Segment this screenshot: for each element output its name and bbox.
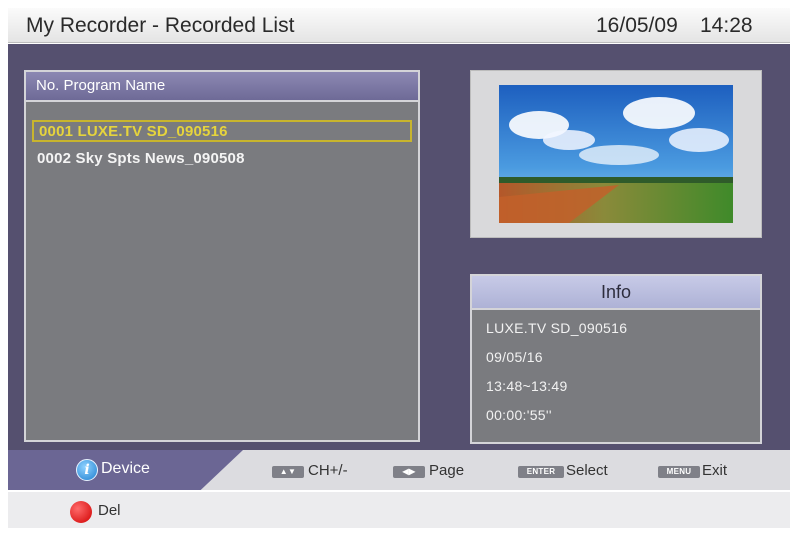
- info-title: Info: [472, 276, 760, 310]
- info-program: LUXE.TV SD_090516: [486, 320, 628, 336]
- page-title: My Recorder - Recorded List: [26, 14, 295, 37]
- list-item[interactable]: 0002 Sky Spts News_090508: [32, 149, 412, 171]
- landscape-thumbnail-icon: [499, 85, 733, 223]
- del-label[interactable]: Del: [98, 502, 121, 519]
- info-icon: i: [76, 459, 98, 481]
- info-date: 09/05/16: [486, 349, 543, 365]
- info-time-range: 13:48~13:49: [486, 378, 568, 394]
- up-down-key-icon: ▲▼: [272, 466, 304, 478]
- page-label: Page: [429, 462, 465, 479]
- key-hint-bar: i Device ▲▼ CH+/- ◀▶ Page ENTER Select M…: [8, 450, 790, 490]
- info-duration: 00:00:'55'': [486, 407, 552, 423]
- exit-label: Exit: [702, 462, 728, 479]
- menu-key-icon: MENU: [658, 466, 700, 478]
- title-bar: My Recorder - Recorded List 16/05/09 14:…: [8, 8, 790, 43]
- ch-label: CH+/-: [308, 462, 348, 479]
- list-header: No. Program Name: [26, 72, 418, 102]
- left-right-key-icon: ◀▶: [393, 466, 425, 478]
- recorded-list: No. Program Name 0001 LUXE.TV SD_090516 …: [24, 70, 420, 442]
- red-button-icon: [70, 501, 92, 523]
- enter-key-icon: ENTER: [518, 466, 564, 478]
- info-panel: Info LUXE.TV SD_090516 09/05/16 13:48~13…: [470, 274, 762, 444]
- select-label: Select: [566, 462, 608, 479]
- preview-frame: [470, 70, 762, 238]
- current-time: 14:28: [700, 14, 753, 37]
- list-item-selected[interactable]: 0001 LUXE.TV SD_090516: [32, 120, 412, 142]
- footer-bar: Del: [8, 492, 790, 528]
- main-panel: No. Program Name 0001 LUXE.TV SD_090516 …: [8, 44, 790, 450]
- current-date: 16/05/09: [596, 14, 678, 37]
- device-label[interactable]: Device: [101, 460, 150, 478]
